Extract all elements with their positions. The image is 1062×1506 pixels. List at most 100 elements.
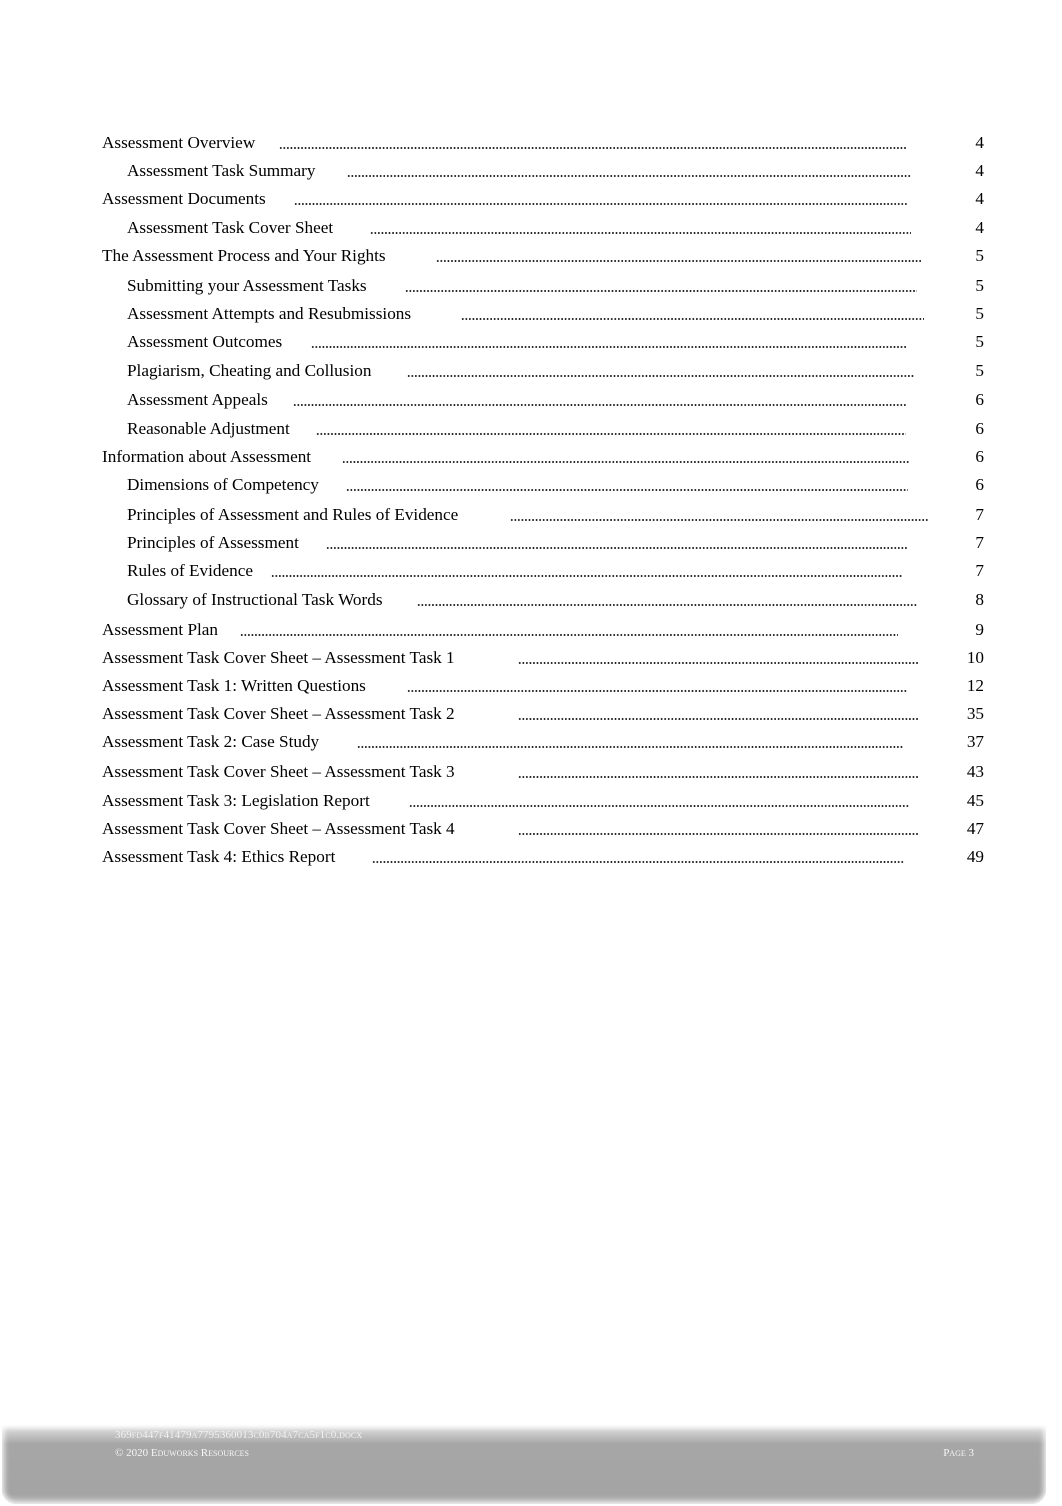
toc-entry-page: 7 (975, 561, 984, 580)
toc-entry-title: Glossary of Instructional Task Words (127, 590, 383, 609)
dot-leader (417, 604, 917, 606)
toc-entry-page: 6 (975, 475, 984, 494)
dot-leader (405, 290, 917, 292)
toc-entry[interactable]: Assessment Task Cover Sheet – Assessment… (0, 760, 1062, 784)
toc-entry-page: 10 (966, 648, 984, 667)
toc-entry[interactable]: Assessment Task 2: Case Study 37 (0, 730, 1062, 754)
toc-entry-title: Submitting your Assessment Tasks (127, 276, 367, 295)
dot-leader (347, 175, 911, 177)
toc-entry[interactable]: Assessment Task 3: Legislation Report 45 (0, 789, 1062, 813)
toc-entry[interactable]: Assessment Task 4: Ethics Report 49 (0, 845, 1062, 869)
toc-entry-title: Assessment Task 3: Legislation Report (102, 791, 370, 810)
toc-entry-page: 6 (975, 390, 984, 409)
toc-entry-page: 4 (975, 189, 984, 208)
toc-entry-page: 12 (966, 676, 984, 695)
toc-entry-title: Reasonable Adjustment (127, 419, 290, 438)
table-of-contents: Assessment Overview 4 Assessment Task Su… (0, 0, 1062, 900)
toc-entry-title: Assessment Documents (102, 189, 266, 208)
dot-leader (518, 833, 919, 835)
toc-entry-page: 5 (975, 246, 984, 265)
toc-entry[interactable]: Submitting your Assessment Tasks 5 (0, 274, 1062, 298)
dot-leader (294, 203, 908, 205)
toc-entry[interactable]: Assessment Attempts and Resubmissions 5 (0, 302, 1062, 326)
toc-entry[interactable]: Principles of Assessment and Rules of Ev… (0, 503, 1062, 527)
dot-leader (407, 375, 915, 377)
toc-entry-page: 4 (975, 218, 984, 237)
toc-entry-title: Assessment Task Summary (127, 161, 316, 180)
dot-leader (409, 805, 909, 807)
toc-entry[interactable]: Assessment Task Cover Sheet – Assessment… (0, 702, 1062, 726)
toc-entry-title: Assessment Task Cover Sheet – Assessment… (102, 648, 455, 667)
toc-entry[interactable]: Assessment Documents 4 (0, 187, 1062, 211)
toc-entry-page: 5 (975, 304, 984, 323)
toc-entry-title: Assessment Attempts and Resubmissions (127, 304, 412, 323)
dot-leader (518, 776, 919, 778)
toc-entry-page: 35 (966, 704, 984, 723)
toc-entry-page: 9 (975, 620, 984, 639)
toc-entry-title: Assessment Task Cover Sheet (127, 218, 334, 237)
toc-entry-title: Assessment Task Cover Sheet – Assessment… (102, 762, 455, 781)
toc-entry-title: Assessment Plan (102, 620, 219, 639)
toc-entry-title: The Assessment Process and Your Rights (102, 246, 386, 265)
toc-entry[interactable]: Assessment Task 1: Written Questions 12 (0, 674, 1062, 698)
toc-entry-title: Rules of Evidence (127, 561, 254, 580)
toc-entry-page: 5 (975, 332, 984, 351)
toc-entry-title: Principles of Assessment (127, 533, 299, 552)
toc-entry-page: 45 (966, 791, 984, 810)
toc-entry[interactable]: Glossary of Instructional Task Words 8 (0, 588, 1062, 612)
toc-entry-title: Assessment Task Cover Sheet – Assessment… (102, 704, 455, 723)
toc-entry[interactable]: Assessment Plan 9 (0, 618, 1062, 642)
toc-entry[interactable]: Assessment Task Summary 4 (0, 159, 1062, 183)
toc-entry-page: 4 (975, 161, 984, 180)
toc-entry[interactable]: Assessment Appeals 6 (0, 388, 1062, 412)
toc-entry-page: 7 (975, 533, 984, 552)
toc-entry-page: 49 (966, 847, 984, 866)
toc-entry[interactable]: Assessment Overview 4 (0, 131, 1062, 155)
dot-leader (346, 489, 908, 491)
toc-entry-page: 4 (975, 133, 984, 152)
dot-leader (240, 634, 898, 636)
toc-entry-title: Assessment Task 2: Case Study (102, 732, 320, 751)
dot-leader (461, 318, 924, 320)
dot-leader (293, 404, 907, 406)
dot-leader (311, 346, 906, 348)
dot-leader (510, 519, 928, 521)
dot-leader (316, 433, 906, 435)
toc-entry-title: Dimensions of Competency (127, 475, 319, 494)
toc-entry-title: Assessment Appeals (127, 390, 268, 409)
toc-entry-title: Plagiarism, Cheating and Collusion (127, 361, 372, 380)
dot-leader (407, 690, 907, 692)
toc-entry[interactable]: Principles of Assessment 7 (0, 531, 1062, 555)
toc-entry-page: 43 (966, 762, 984, 781)
dot-leader (326, 547, 907, 549)
toc-entry[interactable]: Assessment Task Cover Sheet – Assessment… (0, 646, 1062, 670)
dot-leader (370, 232, 911, 234)
toc-entry[interactable]: Assessment Task Cover Sheet 4 (0, 216, 1062, 240)
dot-leader (279, 147, 907, 149)
dot-leader (372, 861, 904, 863)
toc-entry[interactable]: Dimensions of Competency 6 (0, 473, 1062, 497)
toc-entry[interactable]: Information about Assessment 6 (0, 445, 1062, 469)
toc-entry-page: 8 (975, 590, 984, 609)
toc-entry[interactable]: Assessment Outcomes 5 (0, 330, 1062, 354)
footer-document-name: 369fd447f41479a7795360013c0b704a7ca5f1c0… (115, 1429, 363, 1441)
toc-entry-page: 37 (966, 732, 984, 751)
toc-entry[interactable]: Reasonable Adjustment 6 (0, 417, 1062, 441)
toc-entry[interactable]: Plagiarism, Cheating and Collusion 5 (0, 359, 1062, 383)
page-footer: 369fd447f41479a7795360013c0b704a7ca5f1c0… (2, 1424, 1046, 1504)
toc-entry-title: Assessment Task 1: Written Questions (102, 676, 366, 695)
toc-entry-page: 5 (975, 361, 984, 380)
footer-page-number: Page 3 (943, 1447, 974, 1459)
dot-leader (342, 461, 910, 463)
toc-entry[interactable]: Assessment Task Cover Sheet – Assessment… (0, 817, 1062, 841)
dot-leader (271, 575, 902, 577)
toc-entry-page: 5 (975, 276, 984, 295)
toc-entry-page: 47 (966, 819, 984, 838)
dot-leader (518, 662, 919, 664)
toc-entry-title: Assessment Overview (102, 133, 256, 152)
toc-entry-title: Information about Assessment (102, 447, 312, 466)
toc-entry[interactable]: The Assessment Process and Your Rights 5 (0, 244, 1062, 268)
toc-entry-page: 7 (975, 505, 984, 524)
toc-entry[interactable]: Rules of Evidence 7 (0, 559, 1062, 583)
toc-entry-title: Assessment Outcomes (127, 332, 283, 351)
